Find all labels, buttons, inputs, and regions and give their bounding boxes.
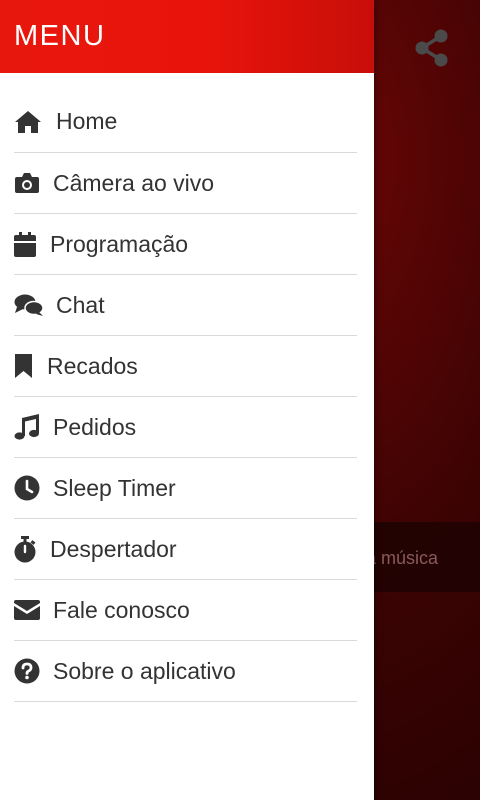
menu-item-schedule[interactable]: Programação	[14, 214, 357, 275]
drawer-menu: Home Câmera ao vivo Programação Chat Rec…	[0, 73, 374, 702]
menu-item-label: Programação	[50, 230, 189, 257]
menu-item-home[interactable]: Home	[14, 91, 357, 153]
envelope-icon	[14, 596, 53, 624]
menu-item-label: Câmera ao vivo	[53, 169, 215, 196]
menu-item-requests[interactable]: Pedidos	[14, 397, 357, 458]
menu-item-about[interactable]: Sobre o aplicativo	[14, 641, 357, 702]
menu-item-chat[interactable]: Chat	[14, 275, 357, 336]
drawer-title: MENU	[14, 20, 106, 52]
clock-icon	[14, 474, 53, 502]
menu-item-label: Recados	[47, 352, 138, 379]
background-now-playing-text: a música	[366, 548, 439, 568]
menu-item-label: Fale conosco	[53, 596, 190, 623]
bookmark-icon	[14, 352, 47, 380]
menu-item-label: Home	[56, 108, 118, 134]
app-screen: a música MENU Home Câmera ao vivo Progra…	[0, 0, 480, 800]
calendar-icon	[14, 230, 50, 258]
menu-item-live-camera[interactable]: Câmera ao vivo	[14, 153, 357, 214]
menu-item-label: Pedidos	[53, 413, 137, 440]
menu-item-label: Despertador	[50, 535, 177, 562]
navigation-drawer: MENU Home Câmera ao vivo Programação Cha…	[0, 0, 374, 800]
menu-item-messages[interactable]: Recados	[14, 336, 357, 397]
camera-icon	[14, 169, 53, 197]
chat-icon	[14, 291, 56, 319]
menu-item-alarm[interactable]: Despertador	[14, 519, 357, 580]
menu-item-label: Chat	[56, 291, 105, 318]
question-icon	[14, 657, 53, 685]
music-icon	[14, 413, 53, 441]
menu-item-label: Sobre o aplicativo	[53, 657, 236, 684]
menu-item-contact[interactable]: Fale conosco	[14, 580, 357, 641]
menu-item-label: Sleep Timer	[53, 474, 176, 501]
menu-item-sleep-timer[interactable]: Sleep Timer	[14, 458, 357, 519]
stopwatch-icon	[14, 535, 50, 563]
drawer-header: MENU	[0, 0, 374, 73]
share-button[interactable]	[412, 28, 452, 68]
share-icon	[415, 29, 448, 67]
home-icon	[14, 108, 56, 136]
